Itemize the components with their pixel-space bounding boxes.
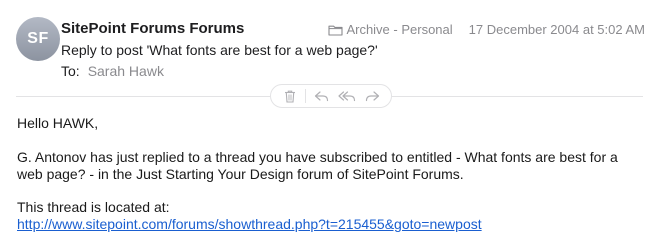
trash-icon: [284, 90, 295, 103]
body-paragraph: G. Antonov has just replied to a thread …: [17, 149, 618, 182]
header-divider-left: [16, 96, 270, 97]
reply-icon: [314, 91, 329, 102]
reply-button[interactable]: [311, 87, 331, 105]
message-body: Hello HAWK, G. Antonov has just replied …: [17, 115, 642, 233]
toolbar-separator: [305, 89, 307, 103]
to-label: To:: [61, 63, 80, 79]
location-label: This thread is located at:: [17, 199, 170, 215]
recipient-name[interactable]: Sarah Hawk: [88, 63, 164, 79]
mailbox-name[interactable]: Archive - Personal: [346, 22, 452, 37]
folder-icon: [328, 25, 343, 36]
reply-all-icon: [338, 91, 355, 102]
message-subject: Reply to post 'What fonts are best for a…: [61, 42, 378, 58]
recipient-row: To: Sarah Hawk: [61, 63, 164, 79]
message-date: 17 December 2004 at 5:02 AM: [468, 22, 645, 37]
header-divider-right: [392, 96, 643, 97]
reply-all-button[interactable]: [337, 87, 357, 105]
sender-name[interactable]: SitePoint Forums Forums: [61, 20, 244, 37]
avatar: SF: [16, 17, 60, 61]
avatar-initials: SF: [27, 30, 49, 47]
delete-button[interactable]: [280, 87, 300, 105]
message-toolbar: [270, 84, 392, 108]
thread-link[interactable]: http://www.sitepoint.com/forums/showthre…: [17, 216, 482, 232]
forward-icon: [365, 91, 379, 102]
message-meta: Archive - Personal 17 December 2004 at 5…: [328, 22, 645, 37]
message-header: SF SitePoint Forums Forums Reply to post…: [0, 0, 662, 96]
forward-button[interactable]: [362, 87, 382, 105]
greeting: Hello HAWK,: [17, 115, 99, 131]
